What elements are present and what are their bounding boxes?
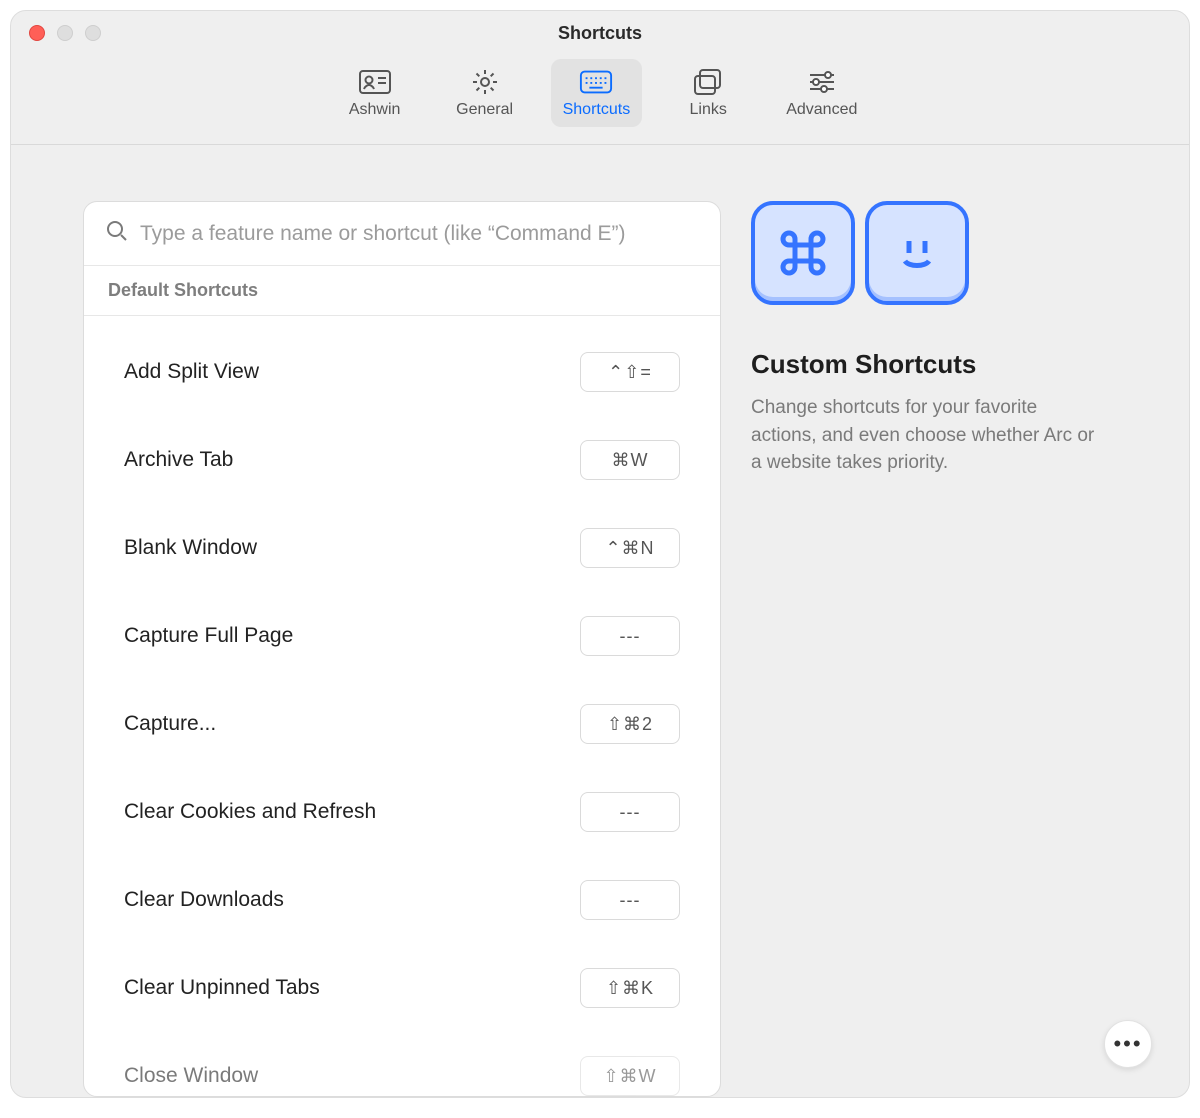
shortcut-keys[interactable]: ⇧⌘K	[580, 968, 680, 1008]
shortcut-name: Clear Downloads	[124, 888, 284, 912]
info-panel: Custom Shortcuts Change shortcuts for yo…	[751, 201, 1117, 1097]
tab-label: Advanced	[786, 101, 857, 119]
shortcut-row[interactable]: Blank Window ⌃⌘N	[84, 504, 720, 592]
shortcut-name: Clear Cookies and Refresh	[124, 800, 376, 824]
shortcut-row[interactable]: Clear Unpinned Tabs ⇧⌘K	[84, 944, 720, 1032]
search-row	[84, 202, 720, 266]
info-title: Custom Shortcuts	[751, 349, 1117, 380]
shortcut-keys[interactable]: ⌘W	[580, 440, 680, 480]
tab-advanced[interactable]: Advanced	[774, 59, 869, 127]
shortcut-row[interactable]: Archive Tab ⌘W	[84, 416, 720, 504]
command-key-icon	[751, 201, 855, 305]
section-header: Default Shortcuts	[84, 266, 720, 316]
tab-shortcuts[interactable]: Shortcuts	[551, 59, 643, 127]
windows-icon	[691, 67, 725, 97]
shortcut-row[interactable]: Capture Full Page ---	[84, 592, 720, 680]
titlebar: Shortcuts	[11, 11, 1189, 55]
shortcut-keys[interactable]: ---	[580, 792, 680, 832]
window-controls	[29, 25, 101, 41]
minimize-window-button[interactable]	[57, 25, 73, 41]
shortcut-keys[interactable]: ⌃⇧=	[580, 352, 680, 392]
shortcut-name: Add Split View	[124, 360, 259, 384]
content-area: Default Shortcuts Add Split View ⌃⇧= Arc…	[11, 145, 1189, 1097]
smile-key-icon	[865, 201, 969, 305]
window-title: Shortcuts	[558, 23, 642, 44]
tab-label: Ashwin	[349, 101, 401, 119]
shortcut-name: Archive Tab	[124, 448, 233, 472]
tab-ashwin[interactable]: Ashwin	[331, 59, 419, 127]
shortcut-row[interactable]: Clear Cookies and Refresh ---	[84, 768, 720, 856]
zoom-window-button[interactable]	[85, 25, 101, 41]
tab-label: Shortcuts	[563, 101, 631, 119]
shortcut-name: Capture...	[124, 712, 216, 736]
search-input[interactable]	[140, 222, 698, 246]
shortcut-row[interactable]: Add Split View ⌃⇧=	[84, 328, 720, 416]
shortcut-row[interactable]: Close Window ⇧⌘W	[84, 1032, 720, 1096]
shortcuts-list: Add Split View ⌃⇧= Archive Tab ⌘W Blank …	[84, 316, 720, 1096]
hero-illustration	[751, 201, 1117, 305]
keyboard-icon	[579, 67, 613, 97]
shortcuts-panel: Default Shortcuts Add Split View ⌃⇧= Arc…	[83, 201, 721, 1097]
close-window-button[interactable]	[29, 25, 45, 41]
preferences-toolbar: Ashwin General Shortcuts Links Advanced	[11, 55, 1189, 145]
preferences-window: Shortcuts Ashwin General Shortcuts Lin	[10, 10, 1190, 1098]
more-button[interactable]: •••	[1104, 1020, 1152, 1068]
search-icon	[106, 220, 128, 247]
shortcut-keys[interactable]: ⌃⌘N	[580, 528, 680, 568]
tab-links[interactable]: Links	[664, 59, 752, 127]
shortcut-keys[interactable]: ---	[580, 616, 680, 656]
tab-label: General	[456, 101, 513, 119]
shortcut-keys[interactable]: ⇧⌘2	[580, 704, 680, 744]
gear-icon	[468, 67, 502, 97]
shortcut-keys[interactable]: ---	[580, 880, 680, 920]
shortcut-name: Blank Window	[124, 536, 257, 560]
shortcut-name: Close Window	[124, 1064, 258, 1088]
sliders-icon	[805, 67, 839, 97]
info-description: Change shortcuts for your favorite actio…	[751, 394, 1101, 477]
shortcut-row[interactable]: Capture... ⇧⌘2	[84, 680, 720, 768]
shortcut-name: Clear Unpinned Tabs	[124, 976, 320, 1000]
shortcut-keys[interactable]: ⇧⌘W	[580, 1056, 680, 1096]
shortcut-row[interactable]: Clear Downloads ---	[84, 856, 720, 944]
tab-label: Links	[690, 101, 727, 119]
profile-card-icon	[358, 67, 392, 97]
shortcut-name: Capture Full Page	[124, 624, 293, 648]
tab-general[interactable]: General	[441, 59, 529, 127]
